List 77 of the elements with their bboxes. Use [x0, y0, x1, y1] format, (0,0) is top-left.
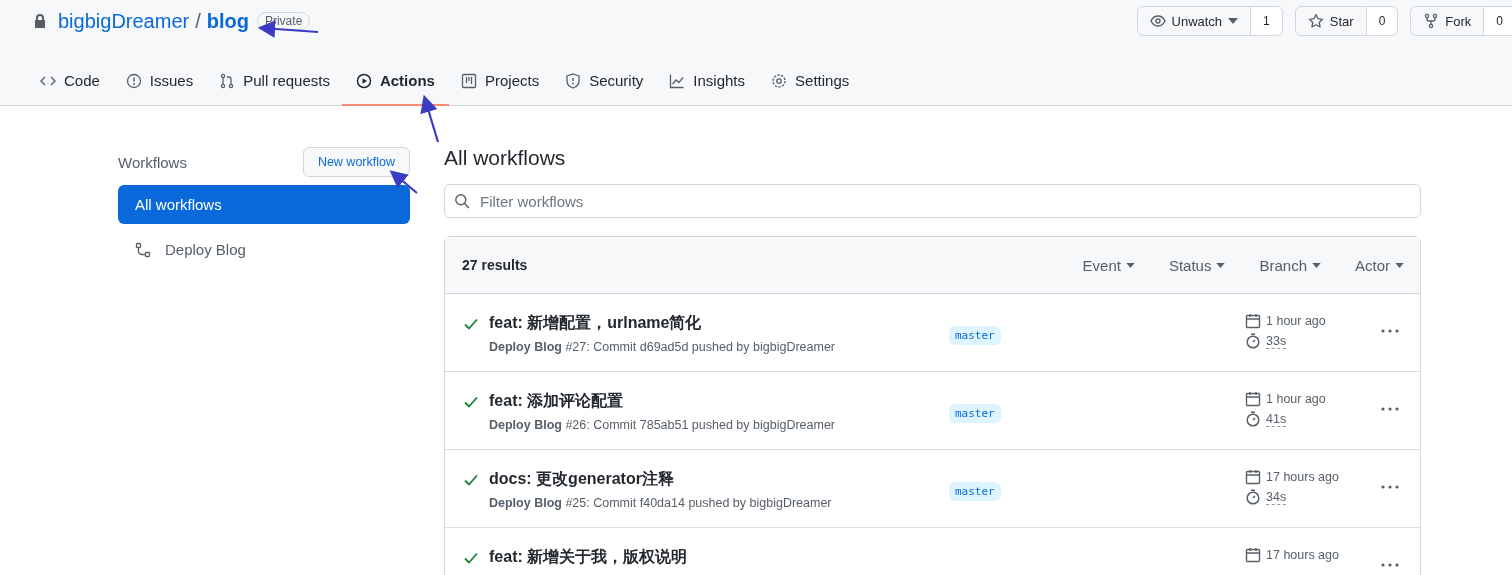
check-icon — [463, 394, 479, 410]
stopwatch-icon — [1245, 489, 1261, 505]
calendar-icon — [1245, 391, 1261, 407]
more-icon — [1381, 563, 1399, 567]
calendar-icon — [1245, 469, 1261, 485]
repo-tab[interactable]: Pull requests — [211, 57, 338, 106]
filter-dropdown[interactable]: Event — [1082, 256, 1135, 274]
count-label: 0 — [1366, 7, 1398, 35]
sidebar-title: Workflows — [118, 153, 187, 171]
workflow-item[interactable]: Deploy Blog — [118, 230, 410, 269]
run-time: 17 hours ago — [1266, 470, 1339, 484]
check-icon — [463, 472, 479, 488]
repo-tab[interactable]: Security — [557, 57, 652, 106]
run-title-link[interactable]: feat: 新增关于我，版权说明 — [489, 547, 949, 568]
count-label: 0 — [1484, 7, 1512, 35]
run-duration: 33s — [1266, 333, 1287, 349]
repo-tab[interactable]: Settings — [763, 57, 858, 106]
caret-icon — [1395, 262, 1404, 268]
check-icon — [463, 316, 479, 332]
check-icon — [463, 550, 479, 566]
run-time: 17 hours ago — [1266, 548, 1339, 562]
annotation-arrow — [420, 94, 440, 143]
repo-name-link[interactable]: blog — [206, 9, 249, 33]
workflow-icon — [135, 241, 151, 258]
run-detail: Deploy Blog #26: Commit 785ab51 pushed by bigbigDreamer — [489, 418, 836, 432]
caret-icon — [1228, 18, 1239, 24]
calendar-icon — [1245, 547, 1261, 563]
page-title: All workflows — [444, 146, 567, 170]
lock-icon — [32, 13, 48, 29]
projects-icon — [460, 72, 477, 89]
repo-owner-link[interactable]: bigbigDreamer — [58, 9, 190, 33]
more-icon — [1381, 329, 1399, 333]
more-icon — [1381, 407, 1399, 411]
filter-dropdown[interactable]: Status — [1168, 256, 1226, 274]
filter-dropdown[interactable]: Actor — [1355, 256, 1404, 274]
caret-icon — [1216, 262, 1226, 268]
settings-icon — [771, 72, 788, 89]
repo-tab[interactable]: Actions — [341, 57, 449, 106]
filter-dropdown[interactable]: Branch — [1259, 256, 1321, 274]
run-title-link[interactable]: docs: 更改generator注释 — [489, 469, 949, 490]
actions-icon — [355, 72, 372, 89]
stopwatch-icon — [1245, 333, 1261, 349]
star-icon — [1307, 13, 1324, 29]
run-detail: Deploy Blog #27: Commit d69ad5d pushed by bigbigDreamer — [489, 340, 836, 354]
annotation-arrow — [389, 170, 418, 194]
repo-tab[interactable]: Insights — [661, 57, 754, 106]
run-duration: 41s — [1266, 411, 1287, 427]
filter-field[interactable]: Filter workflows — [444, 184, 1421, 218]
repo-tab[interactable]: Issues — [117, 57, 202, 106]
calendar-icon — [1245, 313, 1261, 329]
security-icon — [565, 72, 582, 89]
run-detail: Deploy Blog #25: Commit f40da14 pushed by bigbigDreamer — [489, 496, 833, 510]
pulls-icon — [219, 72, 236, 89]
more-icon — [1381, 485, 1399, 489]
run-time: 1 hour ago — [1266, 392, 1326, 406]
stopwatch-icon — [1245, 411, 1261, 427]
workflow-item[interactable]: All workflows — [118, 185, 410, 224]
issues-icon — [125, 72, 142, 89]
run-duration: 34s — [1266, 489, 1287, 505]
repo-tab[interactable]: Code — [32, 57, 108, 106]
repo-tab[interactable]: Projects — [452, 57, 548, 106]
branch-label[interactable]: master — [949, 404, 1001, 423]
fork-icon — [1423, 13, 1440, 29]
star-button[interactable]: Star — [1295, 7, 1367, 35]
caret-icon — [1312, 262, 1321, 268]
results-count: 27 results — [462, 257, 528, 273]
run-title-link[interactable]: feat: 新增配置，urlname简化 — [489, 313, 949, 334]
path-separator: / — [195, 9, 201, 33]
eye-icon — [1149, 13, 1166, 29]
run-title-link[interactable]: feat: 添加评论配置 — [489, 391, 949, 412]
branch-label[interactable]: master — [949, 482, 1001, 501]
branch-label[interactable]: master — [949, 326, 1001, 345]
count-label: 1 — [1251, 7, 1282, 35]
caret-icon — [1125, 262, 1135, 268]
insights-icon — [669, 72, 686, 89]
run-time: 1 hour ago — [1266, 314, 1326, 328]
new-workflow-button[interactable]: New workflow — [302, 147, 410, 177]
